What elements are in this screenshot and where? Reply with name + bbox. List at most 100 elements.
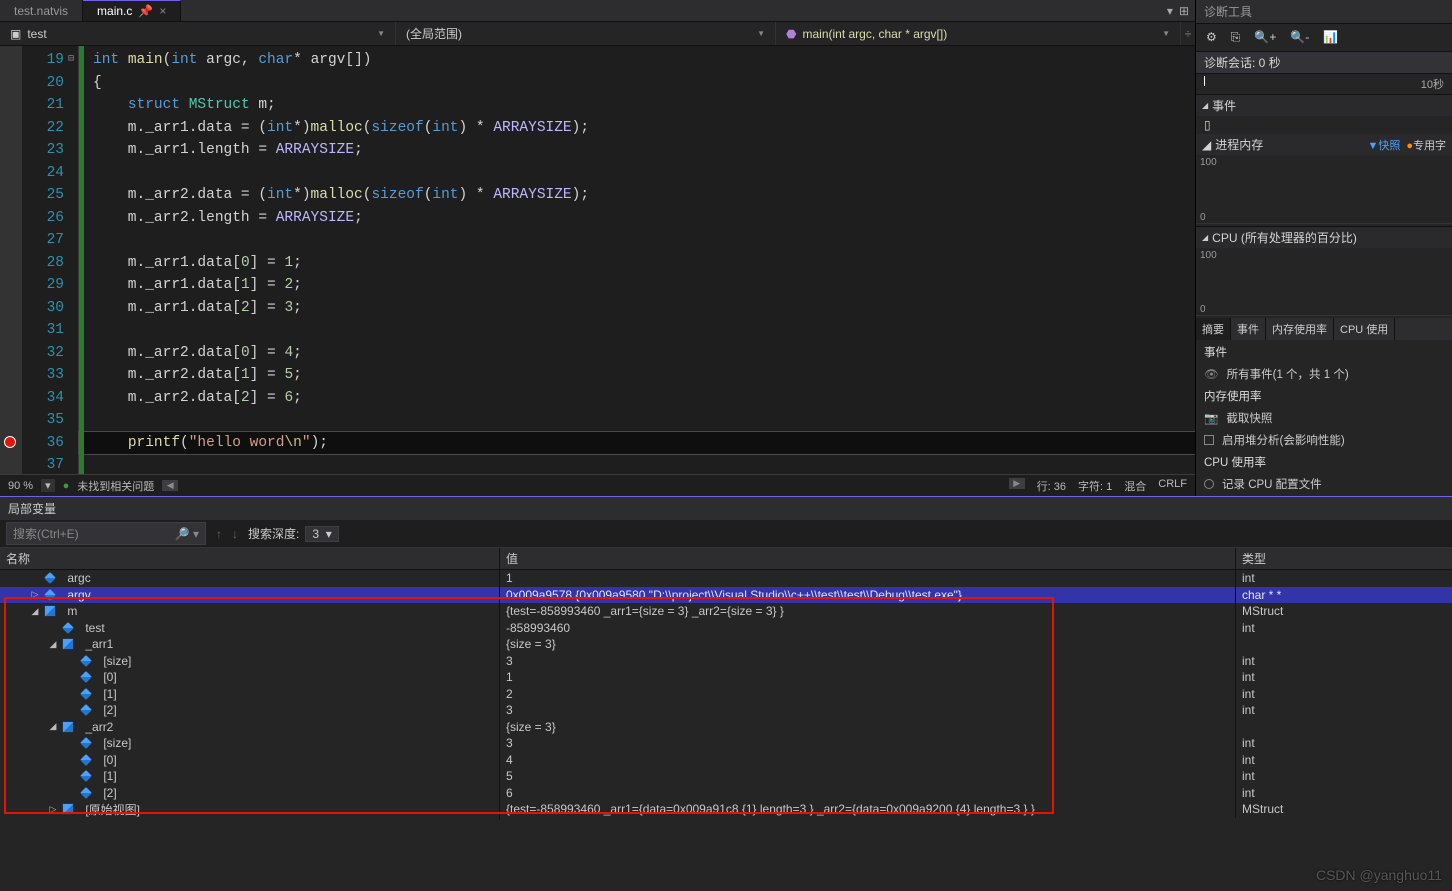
var-value[interactable]: 5 — [500, 767, 1236, 785]
search-icon[interactable]: 🔎 ▾ — [175, 527, 199, 541]
table-row[interactable]: argc1int — [0, 570, 1452, 587]
heap-analysis-link[interactable]: 启用堆分析(会影响性能) — [1204, 432, 1444, 448]
var-value[interactable]: 1 — [500, 569, 1236, 587]
nav-function[interactable]: ⬣main(int argc, char * argv[])▼ — [776, 22, 1181, 45]
table-row[interactable]: test-858993460int — [0, 620, 1452, 637]
tab-cpu[interactable]: CPU 使用 — [1334, 318, 1395, 340]
table-row[interactable]: ◢ _arr1{size = 3} — [0, 636, 1452, 653]
col-type[interactable]: 类型 — [1236, 548, 1452, 569]
close-icon[interactable]: × — [159, 4, 166, 18]
code-line[interactable]: m._arr1.data = (int*)malloc(sizeof(int) … — [79, 117, 1195, 140]
code-editor[interactable]: 19202122232425262728293031323334353637 ⊟… — [0, 46, 1195, 474]
code-line[interactable]: m._arr2.data[1] = 5; — [79, 364, 1195, 387]
all-events-link[interactable]: 👁所有事件(1 个，共 1 个) — [1204, 366, 1444, 382]
table-row[interactable]: ▷ [原始视图]{test=-858993460 _arr1={data=0x0… — [0, 801, 1452, 818]
tab-natvis[interactable]: test.natvis — [0, 0, 83, 21]
var-value[interactable]: 6 — [500, 784, 1236, 802]
tab-main-c[interactable]: main.c📌× — [83, 0, 181, 21]
var-value[interactable]: 3 — [500, 701, 1236, 719]
code-line[interactable]: ⊟int main(int argc, char* argv[]) — [79, 49, 1195, 72]
code-line[interactable]: printf("hello word\n"); — [79, 432, 1195, 455]
scroll-left-icon[interactable]: ◀ — [162, 480, 178, 491]
var-value[interactable]: {test=-858993460 _arr1={data=0x009a91c8 … — [500, 800, 1236, 818]
timeline-ruler[interactable]: 10秒 — [1196, 74, 1452, 94]
scroll-right-icon[interactable]: ▶ — [1009, 478, 1025, 489]
var-value[interactable]: -858993460 — [500, 619, 1236, 637]
cpu-section-header[interactable]: ◢CPU (所有处理器的百分比) — [1196, 226, 1452, 248]
code-line[interactable]: m._arr1.data[2] = 3; — [79, 297, 1195, 320]
col-name[interactable]: 名称 — [0, 548, 500, 569]
col-value[interactable]: 值 — [500, 548, 1236, 569]
gear-icon[interactable]: ⚙ — [1206, 30, 1217, 45]
nav-project[interactable]: ▣test▼ — [0, 22, 396, 45]
expand-icon[interactable]: ◢ — [48, 639, 58, 650]
table-row[interactable]: [size]3int — [0, 735, 1452, 752]
prev-result-icon[interactable]: ↑ — [216, 527, 222, 541]
zoom-dropdown-icon[interactable]: ▾ — [41, 479, 55, 492]
var-value[interactable]: 1 — [500, 668, 1236, 686]
code-line[interactable] — [79, 229, 1195, 252]
code-body[interactable]: ⊟int main(int argc, char* argv[]){ struc… — [78, 46, 1195, 474]
var-value[interactable]: 2 — [500, 685, 1236, 703]
table-row[interactable]: [0]4int — [0, 752, 1452, 769]
zoom-level[interactable]: 90 % — [8, 480, 33, 492]
ruler-icon[interactable]: 📊 — [1323, 30, 1338, 45]
breakpoint-icon[interactable] — [4, 436, 16, 448]
expand-icon[interactable]: ◢ — [48, 721, 58, 732]
code-line[interactable]: m._arr2.length = ARRAYSIZE; — [79, 207, 1195, 230]
cpu-record-button[interactable]: 记录 CPU 配置文件 — [1204, 476, 1444, 492]
code-line[interactable]: struct MStruct m; — [79, 94, 1195, 117]
table-row[interactable]: [0]1int — [0, 669, 1452, 686]
tab-summary[interactable]: 摘要 — [1196, 318, 1231, 340]
code-line[interactable]: m._arr1.data[1] = 2; — [79, 274, 1195, 297]
memory-section-header[interactable]: ◢进程内存 ▼快照●专用字 — [1196, 134, 1452, 155]
var-value[interactable]: 0x009a9578 {0x009a9580 "D:\\project\\Vis… — [500, 586, 1236, 604]
code-line[interactable]: m._arr1.length = ARRAYSIZE; — [79, 139, 1195, 162]
table-row[interactable]: [1]2int — [0, 686, 1452, 703]
code-line[interactable]: { — [79, 72, 1195, 95]
code-line[interactable] — [79, 162, 1195, 185]
nav-scope[interactable]: (全局范围)▼ — [396, 22, 776, 45]
cpu-chart[interactable]: 1000 — [1196, 250, 1452, 317]
events-section-header[interactable]: ◢事件 — [1196, 94, 1452, 116]
dropdown-icon[interactable]: ▾ — [1167, 4, 1173, 18]
table-row[interactable]: ◢ _arr2{size = 3} — [0, 719, 1452, 736]
table-row[interactable]: [2]3int — [0, 702, 1452, 719]
memory-chart[interactable]: 1000 — [1196, 157, 1452, 224]
var-value[interactable]: {size = 3} — [500, 635, 1236, 653]
snapshot-button[interactable]: 📷截取快照 — [1204, 410, 1444, 426]
var-value[interactable]: 3 — [500, 652, 1236, 670]
var-value[interactable]: 4 — [500, 751, 1236, 769]
tab-events[interactable]: 事件 — [1231, 318, 1266, 340]
window-icon[interactable]: ⊞ — [1179, 4, 1189, 18]
table-row[interactable]: [1]5int — [0, 768, 1452, 785]
var-value[interactable]: {test=-858993460 _arr1={size = 3} _arr2=… — [500, 602, 1236, 620]
pin-icon[interactable]: 📌 — [138, 4, 153, 18]
code-line[interactable]: m._arr2.data[0] = 4; — [79, 342, 1195, 365]
next-result-icon[interactable]: ↓ — [232, 527, 238, 541]
table-row[interactable]: [size]3int — [0, 653, 1452, 670]
locals-grid[interactable]: 名称 值 类型 argc1int▷ argv0x009a9578 {0x009a… — [0, 548, 1452, 891]
code-line[interactable] — [79, 319, 1195, 342]
table-row[interactable]: ▷ argv0x009a9578 {0x009a9580 "D:\\projec… — [0, 587, 1452, 604]
tab-memory[interactable]: 内存使用率 — [1266, 318, 1334, 340]
table-row[interactable]: ◢ m{test=-858993460 _arr1={size = 3} _ar… — [0, 603, 1452, 620]
code-line[interactable] — [79, 454, 1195, 474]
export-icon[interactable]: ⎘ — [1231, 30, 1241, 45]
var-value[interactable]: {size = 3} — [500, 718, 1236, 736]
code-line[interactable]: m._arr1.data[0] = 1; — [79, 252, 1195, 275]
zoom-out-icon[interactable]: 🔍- — [1290, 30, 1309, 45]
depth-select[interactable]: 3 ▾ — [305, 526, 338, 542]
var-value[interactable]: 3 — [500, 734, 1236, 752]
code-line[interactable]: m._arr2.data = (int*)malloc(sizeof(int) … — [79, 184, 1195, 207]
code-line[interactable]: m._arr2.data[2] = 6; — [79, 387, 1195, 410]
search-input[interactable]: 搜索(Ctrl+E)🔎 ▾ — [6, 522, 206, 545]
split-icon[interactable]: ÷ — [1181, 27, 1195, 41]
zoom-in-icon[interactable]: 🔍+ — [1254, 30, 1276, 45]
issues-label[interactable]: 未找到相关问题 — [77, 478, 154, 494]
eol-label[interactable]: CRLF — [1158, 478, 1187, 494]
expand-icon[interactable]: ▷ — [48, 804, 58, 815]
breakpoint-gutter[interactable] — [0, 46, 22, 474]
mode-label[interactable]: 混合 — [1124, 478, 1146, 494]
code-line[interactable] — [79, 409, 1195, 432]
